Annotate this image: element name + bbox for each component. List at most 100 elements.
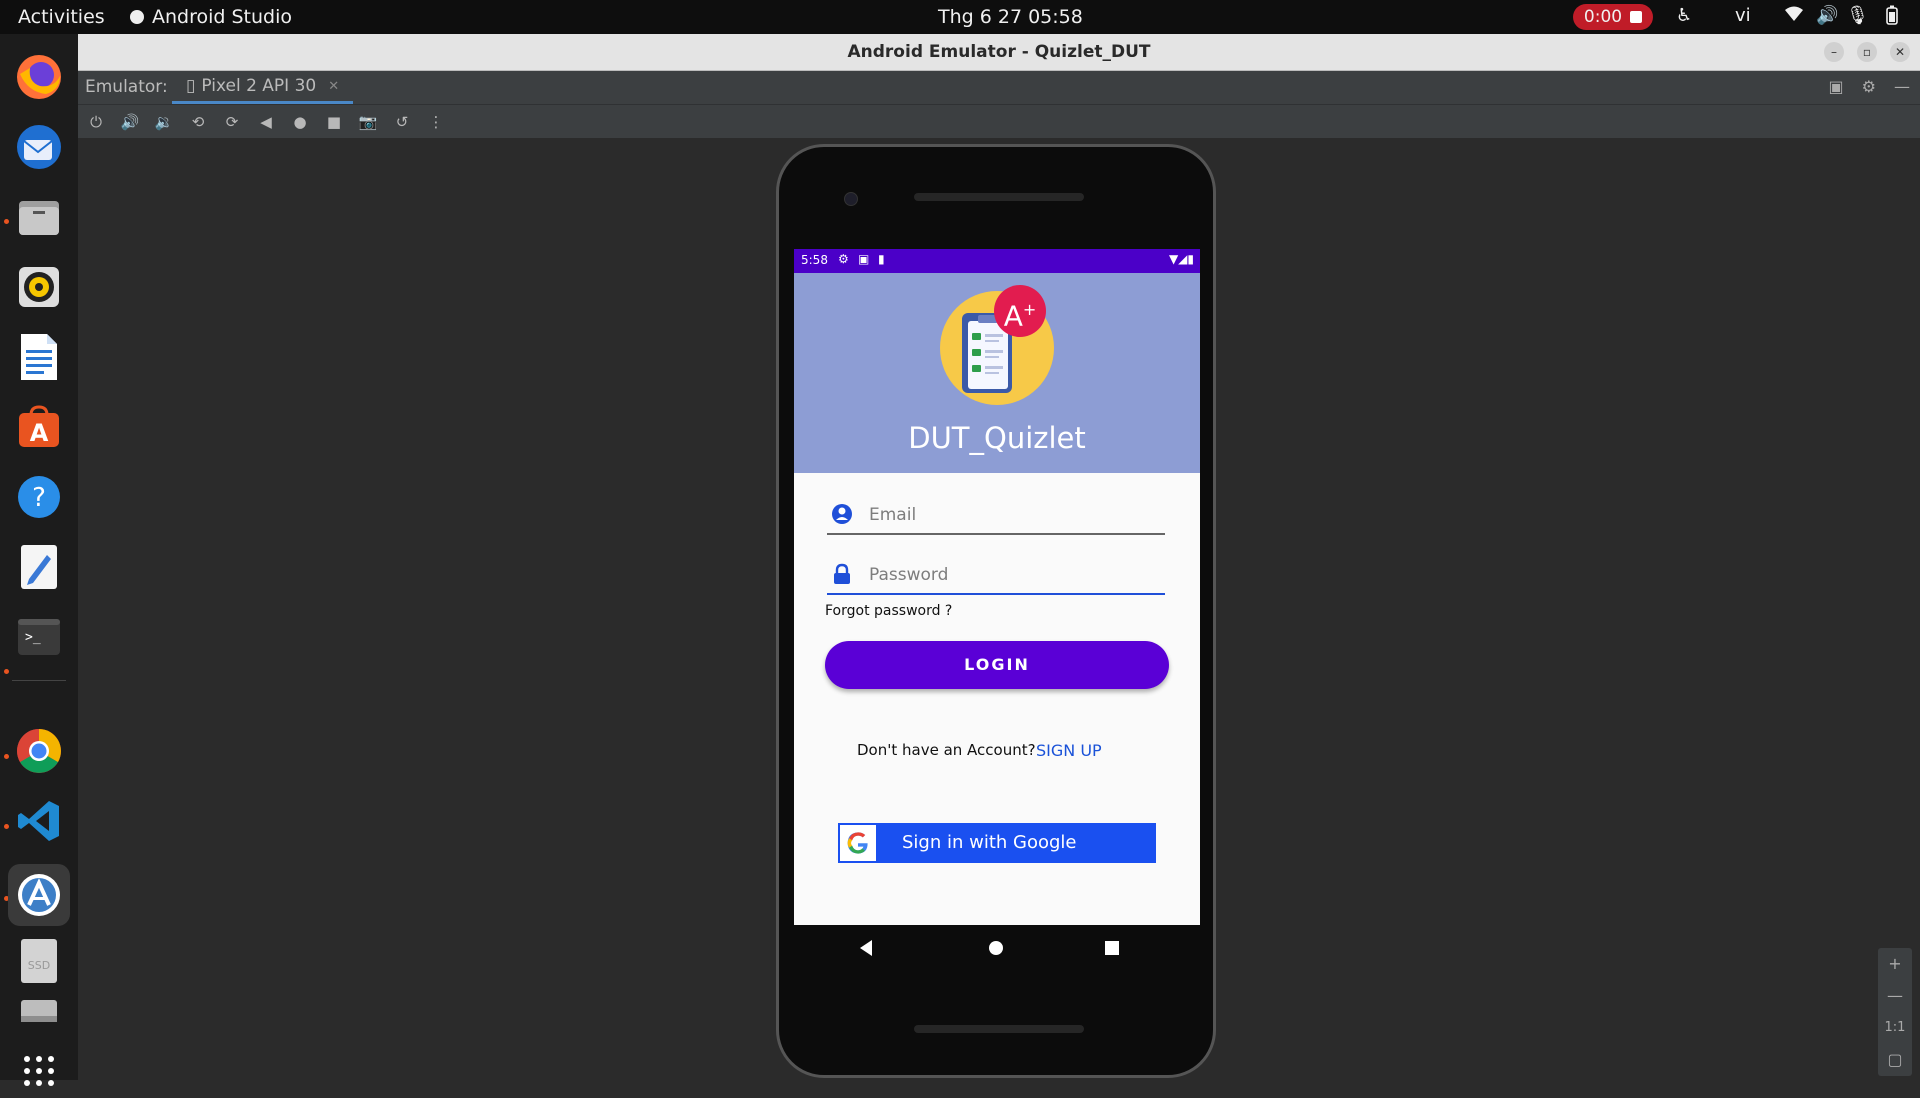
- account-circle-icon: [832, 504, 852, 524]
- svg-text:A: A: [30, 419, 49, 447]
- device-icon: ▯: [186, 76, 196, 96]
- google-button-label: Sign in with Google: [902, 832, 1077, 853]
- android-studio-app-icon: [130, 10, 144, 24]
- recording-time: 0:00: [1583, 7, 1623, 27]
- sign-up-link[interactable]: SIGN UP: [1036, 741, 1102, 760]
- email-field[interactable]: Email: [827, 497, 1165, 535]
- app-center-icon[interactable]: A: [12, 400, 66, 454]
- settings-notification-icon: ⚙: [838, 252, 849, 266]
- hide-panel-icon[interactable]: —: [1894, 77, 1910, 96]
- app-header: A+ DUT_Quizlet: [794, 273, 1200, 473]
- minimize-window-button[interactable]: –: [1824, 42, 1844, 62]
- forgot-password-link[interactable]: Forgot password ?: [825, 603, 952, 619]
- more-icon[interactable]: ⋮: [426, 113, 446, 131]
- android-studio-icon[interactable]: [8, 864, 70, 926]
- zoom-actual-size-button[interactable]: 1:1: [1878, 1012, 1912, 1044]
- zoom-fit-icon[interactable]: ▢: [1878, 1044, 1912, 1076]
- clock[interactable]: Thg 6 27 05:58: [938, 6, 1083, 28]
- lock-icon: [834, 563, 850, 584]
- zoom-in-button[interactable]: +: [1878, 948, 1912, 980]
- text-editor-icon[interactable]: [12, 540, 66, 594]
- android-status-bar: 5:58 ⚙ ▣ ▮ ▼◢▮: [794, 249, 1200, 273]
- app-menu[interactable]: Android Studio: [130, 6, 292, 28]
- signal-battery-icons: ▼◢▮: [1168, 252, 1194, 266]
- wifi-icon[interactable]: [1784, 5, 1804, 28]
- layout-icon[interactable]: ▣: [1829, 77, 1844, 96]
- volume-icon[interactable]: 🔊: [1816, 5, 1838, 26]
- emulator-label: Emulator:: [85, 77, 168, 97]
- language-indicator[interactable]: vi: [1735, 5, 1751, 26]
- svg-text:?: ?: [32, 483, 46, 513]
- login-button[interactable]: LOGIN: [825, 641, 1169, 689]
- no-account-text: Don't have an Account?: [857, 741, 1036, 759]
- chrome-icon[interactable]: [12, 724, 66, 778]
- svg-text:SSD: SSD: [28, 959, 50, 972]
- emulator-toolbar: ⏻ 🔊 🔉 ⟲ ⟳ ◀ ● ■ 📷 ↺ ⋮: [78, 104, 1920, 139]
- firefox-icon[interactable]: [12, 50, 66, 104]
- drive-icon[interactable]: [12, 994, 66, 1024]
- emulator-tab-bar: Emulator: ▯ Pixel 2 API 30 ✕ ▣ ⚙ —: [78, 71, 1920, 104]
- activities-button[interactable]: Activities: [18, 6, 105, 28]
- overview-icon[interactable]: ■: [324, 113, 344, 131]
- snapshot-icon[interactable]: ↺: [392, 113, 412, 131]
- dock-separator: [12, 680, 66, 681]
- email-placeholder: Email: [869, 505, 917, 525]
- image-notification-icon: ▣: [858, 252, 870, 266]
- microphone-icon[interactable]: 🎙: [1846, 5, 1869, 26]
- accessibility-icon[interactable]: ♿: [1676, 5, 1692, 26]
- battery-icon[interactable]: [1886, 5, 1898, 30]
- rhythmbox-icon[interactable]: [12, 260, 66, 314]
- zoom-panel: + — 1:1 ▢: [1878, 948, 1912, 1076]
- thunderbird-icon[interactable]: [12, 120, 66, 174]
- volume-down-icon[interactable]: 🔉: [154, 113, 174, 131]
- running-indicator: [4, 824, 9, 829]
- close-tab-icon[interactable]: ✕: [328, 79, 339, 94]
- phone-screen[interactable]: 5:58 ⚙ ▣ ▮ ▼◢▮ A+ DUT_Quizlet Email Pass…: [794, 249, 1200, 925]
- tab-pixel-2-api-30[interactable]: ▯ Pixel 2 API 30 ✕: [172, 71, 354, 104]
- status-time: 5:58: [801, 253, 828, 267]
- window-title: Android Emulator - Quizlet_DUT: [847, 42, 1151, 62]
- back-icon[interactable]: ◀: [256, 113, 276, 131]
- app-title: DUT_Quizlet: [908, 421, 1086, 455]
- password-placeholder: Password: [869, 565, 949, 585]
- screenshot-icon[interactable]: 📷: [358, 113, 378, 131]
- volume-up-icon[interactable]: 🔊: [120, 113, 140, 131]
- power-icon[interactable]: ⏻: [86, 113, 106, 131]
- terminal-icon[interactable]: >_: [12, 610, 66, 664]
- running-indicator: [4, 754, 9, 759]
- front-camera: [844, 192, 858, 206]
- ssd-icon[interactable]: SSD: [12, 934, 66, 988]
- nav-overview-icon[interactable]: [1104, 940, 1120, 956]
- rotate-left-icon[interactable]: ⟲: [188, 113, 208, 131]
- device-tab-label: Pixel 2 API 30: [201, 76, 317, 96]
- emulator-display-area: 5:58 ⚙ ▣ ▮ ▼◢▮ A+ DUT_Quizlet Email Pass…: [78, 138, 1920, 1080]
- google-g-icon: [840, 825, 876, 861]
- files-icon[interactable]: [12, 190, 66, 244]
- settings-gear-icon[interactable]: ⚙: [1862, 77, 1876, 96]
- running-indicator: [4, 669, 9, 674]
- running-indicator: [4, 219, 9, 224]
- phone-frame: 5:58 ⚙ ▣ ▮ ▼◢▮ A+ DUT_Quizlet Email Pass…: [776, 144, 1216, 1078]
- nav-back-icon[interactable]: [858, 939, 874, 957]
- emulator-window: Android Emulator - Quizlet_DUT – ▫ ✕ Emu…: [78, 34, 1920, 1080]
- show-apps-icon[interactable]: [12, 1044, 66, 1098]
- window-titlebar[interactable]: Android Emulator - Quizlet_DUT – ▫ ✕: [78, 34, 1920, 71]
- nav-home-icon[interactable]: [988, 940, 1004, 956]
- home-icon[interactable]: ●: [290, 113, 310, 131]
- rotate-right-icon[interactable]: ⟳: [222, 113, 242, 131]
- writer-icon[interactable]: [12, 330, 66, 384]
- close-window-button[interactable]: ✕: [1890, 42, 1910, 62]
- android-nav-bar: [794, 925, 1200, 975]
- app-menu-label: Android Studio: [152, 6, 293, 28]
- top-speaker: [914, 193, 1084, 201]
- a-plus-badge-icon: A+: [994, 285, 1046, 337]
- recording-indicator[interactable]: 0:00: [1573, 4, 1653, 30]
- maximize-window-button[interactable]: ▫: [1857, 42, 1877, 62]
- svg-text:>_: >_: [25, 630, 41, 645]
- password-field[interactable]: Password: [827, 557, 1165, 595]
- google-sign-in-button[interactable]: Sign in with Google: [838, 823, 1156, 863]
- vscode-icon[interactable]: [12, 794, 66, 848]
- help-icon[interactable]: ?: [12, 470, 66, 524]
- zoom-out-button[interactable]: —: [1878, 980, 1912, 1012]
- sd-card-icon: ▮: [878, 252, 885, 266]
